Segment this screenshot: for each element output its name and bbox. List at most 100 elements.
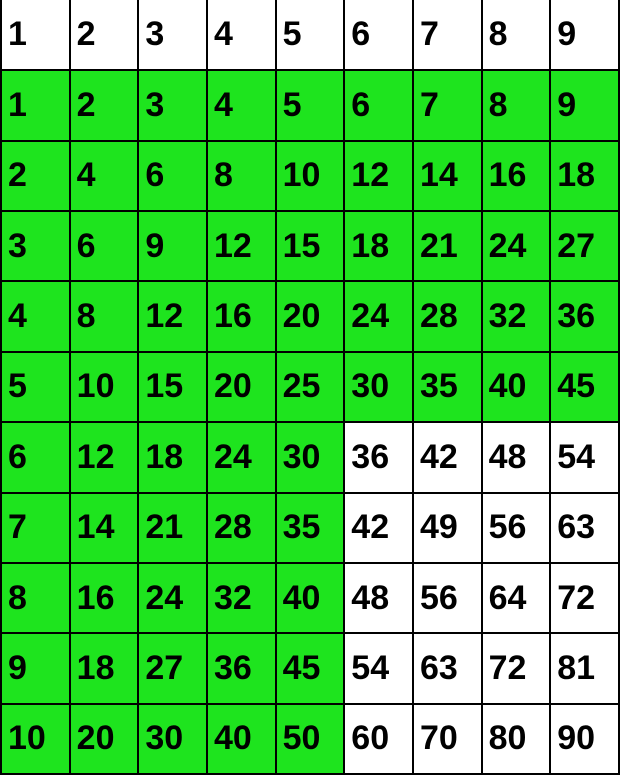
table-cell: 80 (482, 704, 551, 774)
table-cell: 60 (344, 704, 413, 774)
table-cell: 5 (1, 352, 70, 422)
table-cell: 8 (482, 70, 551, 140)
table-cell: 16 (70, 563, 139, 633)
table-cell: 9 (1, 633, 70, 703)
table-cell: 63 (550, 493, 619, 563)
table-cell: 24 (482, 211, 551, 281)
table-cell: 32 (207, 563, 276, 633)
header-cell: 4 (207, 0, 276, 70)
table-cell: 35 (276, 493, 345, 563)
table-row: 3 6 9 12 15 18 21 24 27 (1, 211, 619, 281)
table-cell: 81 (550, 633, 619, 703)
table-cell: 4 (207, 70, 276, 140)
table-cell: 14 (413, 141, 482, 211)
table-cell: 18 (70, 633, 139, 703)
table-row: 5 10 15 20 25 30 35 40 45 (1, 352, 619, 422)
table-row: 8 16 24 32 40 48 56 64 72 (1, 563, 619, 633)
table-cell: 15 (138, 352, 207, 422)
table-cell: 8 (207, 141, 276, 211)
table-cell: 49 (413, 493, 482, 563)
table-cell: 40 (207, 704, 276, 774)
table-cell: 36 (207, 633, 276, 703)
table-cell: 5 (276, 70, 345, 140)
header-cell: 2 (70, 0, 139, 70)
table-cell: 18 (550, 141, 619, 211)
table-cell: 4 (70, 141, 139, 211)
table-cell: 28 (413, 281, 482, 351)
table-cell: 24 (207, 422, 276, 492)
table-cell: 56 (413, 563, 482, 633)
header-row: 1 2 3 4 5 6 7 8 9 (1, 0, 619, 70)
header-cell: 8 (482, 0, 551, 70)
table-cell: 18 (138, 422, 207, 492)
table-cell: 30 (276, 422, 345, 492)
table-cell: 64 (482, 563, 551, 633)
table-cell: 48 (344, 563, 413, 633)
table-cell: 36 (550, 281, 619, 351)
table-cell: 56 (482, 493, 551, 563)
table-cell: 48 (482, 422, 551, 492)
table-cell: 18 (344, 211, 413, 281)
table-cell: 27 (138, 633, 207, 703)
table-cell: 72 (550, 563, 619, 633)
table-row: 4 8 12 16 20 24 28 32 36 (1, 281, 619, 351)
table-cell: 6 (1, 422, 70, 492)
table-cell: 12 (207, 211, 276, 281)
header-cell: 9 (550, 0, 619, 70)
header-cell: 1 (1, 0, 70, 70)
table-cell: 3 (1, 211, 70, 281)
table-cell: 10 (70, 352, 139, 422)
table-cell: 6 (138, 141, 207, 211)
table-cell: 12 (70, 422, 139, 492)
table-cell: 24 (138, 563, 207, 633)
table-cell: 40 (276, 563, 345, 633)
table-cell: 42 (344, 493, 413, 563)
table-cell: 32 (482, 281, 551, 351)
table-cell: 50 (276, 704, 345, 774)
table-cell: 1 (1, 70, 70, 140)
table-cell: 10 (1, 704, 70, 774)
table-cell: 3 (138, 70, 207, 140)
table-cell: 20 (70, 704, 139, 774)
header-cell: 3 (138, 0, 207, 70)
table-cell: 45 (276, 633, 345, 703)
table-row: 6 12 18 24 30 36 42 48 54 (1, 422, 619, 492)
table-cell: 70 (413, 704, 482, 774)
table-row: 9 18 27 36 45 54 63 72 81 (1, 633, 619, 703)
table-cell: 54 (344, 633, 413, 703)
table-cell: 30 (344, 352, 413, 422)
table-cell: 35 (413, 352, 482, 422)
table-cell: 6 (70, 211, 139, 281)
header-cell: 7 (413, 0, 482, 70)
table-cell: 7 (1, 493, 70, 563)
table-cell: 54 (550, 422, 619, 492)
table-cell: 90 (550, 704, 619, 774)
table-cell: 45 (550, 352, 619, 422)
table-cell: 21 (138, 493, 207, 563)
table-cell: 6 (344, 70, 413, 140)
table-cell: 14 (70, 493, 139, 563)
table-cell: 20 (276, 281, 345, 351)
table-row: 10 20 30 40 50 60 70 80 90 (1, 704, 619, 774)
table-cell: 7 (413, 70, 482, 140)
table-cell: 42 (413, 422, 482, 492)
table-cell: 36 (344, 422, 413, 492)
table-cell: 4 (1, 281, 70, 351)
table-cell: 24 (344, 281, 413, 351)
table-cell: 25 (276, 352, 345, 422)
table-cell: 21 (413, 211, 482, 281)
table-row: 7 14 21 28 35 42 49 56 63 (1, 493, 619, 563)
multiplication-table: 1 2 3 4 5 6 7 8 9 1 2 3 4 5 6 7 8 9 2 4 … (0, 0, 620, 775)
table-cell: 9 (550, 70, 619, 140)
table-cell: 12 (344, 141, 413, 211)
table-cell: 15 (276, 211, 345, 281)
table-cell: 16 (207, 281, 276, 351)
table-cell: 30 (138, 704, 207, 774)
table-row: 2 4 6 8 10 12 14 16 18 (1, 141, 619, 211)
table-cell: 2 (1, 141, 70, 211)
table-cell: 10 (276, 141, 345, 211)
table-cell: 8 (70, 281, 139, 351)
table-cell: 9 (138, 211, 207, 281)
table-cell: 2 (70, 70, 139, 140)
table-cell: 20 (207, 352, 276, 422)
